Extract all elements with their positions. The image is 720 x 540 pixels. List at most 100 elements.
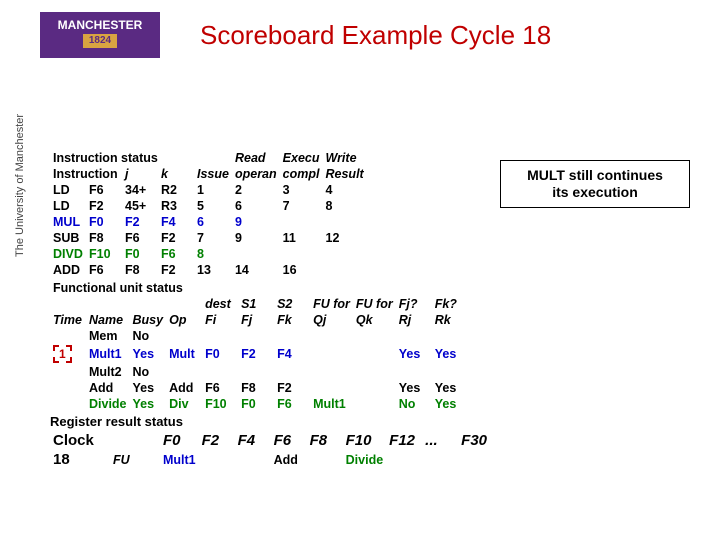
- col-name: Name: [86, 312, 130, 328]
- logo-year: 1824: [83, 34, 117, 48]
- fu-cell-fk: F4: [274, 344, 310, 364]
- fu-cell-qj: [310, 380, 353, 396]
- fu-cell-fj: [238, 364, 274, 380]
- fu-row: MemNo: [50, 328, 468, 344]
- functional-unit-table: Functional unit status dest S1 S2 FU for…: [50, 280, 468, 412]
- fu-cell-fk: F6: [274, 396, 310, 412]
- reg-col-header: F6: [271, 431, 307, 450]
- inst-cell-k: R3: [158, 198, 194, 214]
- fu-cell-qk: [353, 396, 396, 412]
- inst-cell-exec: 7: [280, 198, 323, 214]
- fu-cell-fk: [274, 328, 310, 344]
- fu-cell-op: [166, 328, 202, 344]
- inst-cell-issue: 7: [194, 230, 232, 246]
- col-busy: Busy: [130, 312, 167, 328]
- fu-cell-rj: No: [396, 396, 432, 412]
- inst-cell-k: F2: [158, 262, 194, 278]
- fu-cell-qj: Mult1: [310, 396, 353, 412]
- col-operan: operan: [232, 166, 280, 182]
- col-fj: Fj: [238, 312, 274, 328]
- inst-cell-j: F0: [122, 246, 158, 262]
- inst-cell-op: LD: [50, 182, 86, 198]
- fu-cell-busy: Yes: [130, 380, 167, 396]
- inst-cell-op: LD: [50, 198, 86, 214]
- inst-cell-read: 14: [232, 262, 280, 278]
- fu-cell-rk: Yes: [432, 344, 468, 364]
- col-dest-h: dest: [202, 296, 238, 312]
- reg-col-header: F0: [160, 431, 199, 450]
- university-logo: MANCHESTER 1824: [40, 12, 160, 58]
- inst-cell-dest: F8: [86, 230, 122, 246]
- inst-row: DIVDF10F0F68: [50, 246, 367, 262]
- reg-col-header: F10: [343, 431, 387, 450]
- fu-cell-op: Mult: [166, 344, 202, 364]
- inst-cell-dest: F10: [86, 246, 122, 262]
- col-read: Read: [232, 150, 280, 166]
- reg-col-value: [422, 450, 458, 469]
- reg-col-value: [235, 450, 271, 469]
- fu-cell-busy: No: [130, 364, 167, 380]
- inst-cell-write: 4: [323, 182, 367, 198]
- inst-row: ADDF6F8F2131416: [50, 262, 367, 278]
- inst-cell-j: 45+: [122, 198, 158, 214]
- logo-name: MANCHESTER: [58, 18, 143, 32]
- col-issue: Issue: [194, 166, 232, 182]
- fu-cell-busy: No: [130, 328, 167, 344]
- fu-cell-time: 1: [50, 344, 86, 364]
- fu-cell-rj: [396, 364, 432, 380]
- col-compl: compl: [280, 166, 323, 182]
- fu-cell-fi: F6: [202, 380, 238, 396]
- fu-cell-qk: [353, 364, 396, 380]
- instruction-status-table: Instruction status Read Execu Write Inst…: [50, 150, 367, 278]
- inst-cell-exec: 16: [280, 262, 323, 278]
- fu-cell-rj: Yes: [396, 344, 432, 364]
- inst-cell-write: [323, 262, 367, 278]
- fu-cell-fi: [202, 364, 238, 380]
- reg-col-value: [199, 450, 235, 469]
- reg-col-header: F12: [386, 431, 422, 450]
- inst-row: MULF0F2F469: [50, 214, 367, 230]
- clock-label: Clock: [50, 431, 110, 450]
- inst-cell-exec: 11: [280, 230, 323, 246]
- inst-cell-dest: F2: [86, 198, 122, 214]
- inst-cell-read: 6: [232, 198, 280, 214]
- fu-cell-fj: F2: [238, 344, 274, 364]
- reg-col-header: F8: [307, 431, 343, 450]
- fu-cell-qk: [353, 328, 396, 344]
- inst-row: LDF245+R35678: [50, 198, 367, 214]
- fu-cell-rk: Yes: [432, 380, 468, 396]
- fu-cell-name: Mult1: [86, 344, 130, 364]
- col-j: j: [122, 166, 158, 182]
- annotation-line1: MULT still continues: [527, 167, 663, 183]
- inst-cell-op: ADD: [50, 262, 86, 278]
- inst-cell-read: 9: [232, 214, 280, 230]
- inst-cell-issue: 6: [194, 214, 232, 230]
- fu-row: DivideYesDivF10F0F6Mult1NoYes: [50, 396, 468, 412]
- reg-col-value: [458, 450, 494, 469]
- col-qj: Qj: [310, 312, 353, 328]
- fu-cell-busy: Yes: [130, 344, 167, 364]
- col-time: Time: [50, 312, 86, 328]
- reg-col-header: F30: [458, 431, 494, 450]
- reg-col-value: [307, 450, 343, 469]
- inst-cell-k: F2: [158, 230, 194, 246]
- fu-status-header: Functional unit status: [50, 280, 468, 296]
- inst-cell-read: 9: [232, 230, 280, 246]
- col-fu2-h: FU for: [353, 296, 396, 312]
- fu-cell-rk: [432, 364, 468, 380]
- fu-cell-op: Div: [166, 396, 202, 412]
- fu-cell-name: Mem: [86, 328, 130, 344]
- fu-cell-fj: [238, 328, 274, 344]
- inst-cell-write: [323, 214, 367, 230]
- fu-cell-name: Mult2: [86, 364, 130, 380]
- inst-cell-dest: F6: [86, 262, 122, 278]
- inst-cell-exec: [280, 214, 323, 230]
- inst-cell-dest: F6: [86, 182, 122, 198]
- fu-cell-time: [50, 328, 86, 344]
- annotation-box: MULT still continues its execution: [500, 160, 690, 208]
- fu-row: Mult2No: [50, 364, 468, 380]
- col-rj: Rj: [396, 312, 432, 328]
- fu-cell-time: [50, 396, 86, 412]
- fu-cell-qj: [310, 364, 353, 380]
- logo-sidebar-text: The University of Manchester: [14, 70, 34, 300]
